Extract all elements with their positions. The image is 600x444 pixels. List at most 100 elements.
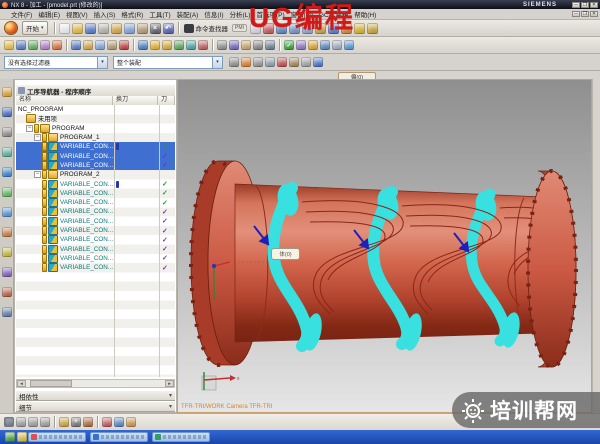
tree-row[interactable]: VARIABLE_CON...✓ bbox=[16, 151, 175, 160]
fit-selection-icon[interactable] bbox=[241, 57, 251, 67]
show-toolpath-icon[interactable] bbox=[138, 40, 148, 50]
create-geometry-icon[interactable] bbox=[28, 40, 38, 50]
window-scene-icon[interactable] bbox=[2, 307, 12, 317]
paste-object-icon[interactable] bbox=[107, 40, 117, 50]
doc-close-button[interactable]: ✕ bbox=[590, 11, 598, 17]
new-file-icon[interactable] bbox=[59, 23, 70, 34]
refresh-icon[interactable] bbox=[229, 57, 239, 67]
process-studio-icon[interactable] bbox=[2, 227, 12, 237]
tree-row[interactable]: VARIABLE_CON...✓ bbox=[16, 189, 175, 198]
tree-row[interactable]: VARIABLE_CON...✓ bbox=[16, 217, 175, 226]
taskbar-button[interactable] bbox=[90, 432, 148, 442]
datum-select-icon[interactable] bbox=[83, 417, 93, 427]
copy-icon[interactable] bbox=[124, 23, 135, 34]
generate-ok-icon[interactable]: ✓ bbox=[284, 40, 294, 50]
minimize-button[interactable]: ─ bbox=[572, 2, 580, 8]
system-materials-icon[interactable] bbox=[2, 287, 12, 297]
hd3d-tools-icon[interactable] bbox=[2, 167, 12, 177]
open-icon[interactable] bbox=[72, 23, 83, 34]
measure-distance-icon[interactable] bbox=[354, 23, 365, 34]
graphics-viewport[interactable]: x 体(0) TFR-TRI/WORK Camera TFR-TRI bbox=[177, 79, 592, 413]
tree-row[interactable]: VARIABLE_CON...✓ bbox=[16, 254, 175, 263]
fit-view-icon[interactable] bbox=[302, 23, 313, 34]
flag-icon[interactable] bbox=[308, 40, 318, 50]
zoom-window-icon[interactable] bbox=[114, 417, 124, 427]
create-tool-icon[interactable] bbox=[16, 40, 26, 50]
roles-icon[interactable] bbox=[2, 267, 12, 277]
display-window-icon[interactable] bbox=[332, 40, 342, 50]
chevron-down-icon[interactable]: ▾ bbox=[212, 57, 222, 68]
cut-icon[interactable] bbox=[111, 23, 122, 34]
pin-icon[interactable] bbox=[18, 87, 25, 94]
window-icon[interactable] bbox=[250, 23, 261, 34]
generate-toolpath-icon[interactable] bbox=[150, 40, 160, 50]
create-method-icon[interactable] bbox=[40, 40, 50, 50]
rotate-view-icon[interactable] bbox=[276, 23, 287, 34]
snap-intersection-icon[interactable] bbox=[40, 417, 50, 427]
history-icon[interactable] bbox=[2, 207, 12, 217]
create-operation-icon[interactable] bbox=[52, 40, 62, 50]
edit-object-icon[interactable] bbox=[71, 40, 81, 50]
copy-object-icon[interactable] bbox=[95, 40, 105, 50]
column-tool[interactable]: 刀 bbox=[158, 96, 175, 105]
save-icon[interactable] bbox=[85, 23, 96, 34]
create-program-icon[interactable] bbox=[4, 40, 14, 50]
scrollbar-thumb[interactable] bbox=[30, 380, 72, 387]
menu-item[interactable]: 帮助(H) bbox=[351, 9, 379, 19]
menu-item[interactable]: 工具(T) bbox=[146, 9, 173, 19]
machine-tool-navigator-icon[interactable] bbox=[2, 107, 12, 117]
undo-icon[interactable]: ↶ bbox=[163, 23, 174, 34]
column-toolchange[interactable]: 换刀 bbox=[113, 96, 158, 105]
output-clsf-icon[interactable] bbox=[253, 40, 263, 50]
tree-row[interactable]: VARIABLE_CON...✓ bbox=[16, 179, 175, 188]
tree-row[interactable]: −PROGRAM_1 bbox=[16, 133, 175, 142]
print-icon[interactable] bbox=[98, 23, 109, 34]
snap-midpoint-icon[interactable] bbox=[28, 417, 38, 427]
chevron-down-icon[interactable]: ▾ bbox=[97, 57, 107, 68]
column-name[interactable]: 名称 bbox=[16, 96, 113, 105]
tree-row[interactable]: VARIABLE_CON...✓ bbox=[16, 235, 175, 244]
move-component-icon[interactable] bbox=[328, 23, 339, 34]
horizontal-scrollbar[interactable]: ◂ ▸ bbox=[16, 379, 175, 388]
menu-item[interactable]: 文件(F) bbox=[8, 9, 35, 19]
operation-navigator-icon[interactable] bbox=[2, 87, 12, 97]
rotate-icon[interactable] bbox=[277, 57, 287, 67]
tree-row[interactable]: VARIABLE_CON...✓ bbox=[16, 263, 175, 272]
object-properties-icon[interactable] bbox=[344, 40, 354, 50]
cut-object-icon[interactable] bbox=[83, 40, 93, 50]
parallel-generate-icon[interactable] bbox=[162, 40, 172, 50]
menu-item[interactable]: 信息(I) bbox=[201, 9, 226, 19]
delete-object-icon[interactable] bbox=[119, 40, 129, 50]
menu-item[interactable]: 插入(S) bbox=[91, 9, 119, 19]
scroll-right-icon[interactable]: ▸ bbox=[165, 380, 174, 387]
shop-documentation-icon[interactable] bbox=[241, 40, 251, 50]
taskbar-button[interactable] bbox=[152, 432, 210, 442]
pointer-icon[interactable] bbox=[289, 57, 299, 67]
doc-restore-button[interactable]: ❐ bbox=[581, 11, 589, 17]
tree-row[interactable]: NC_PROGRAM bbox=[16, 105, 175, 114]
menu-item[interactable]: 窗口(O) bbox=[288, 9, 316, 19]
menu-item[interactable]: 分析(L) bbox=[226, 9, 253, 19]
list-toolpath-icon[interactable] bbox=[217, 40, 227, 50]
nx-logo-icon[interactable] bbox=[5, 22, 17, 34]
delete-icon[interactable]: × bbox=[150, 23, 161, 34]
post-process-icon[interactable] bbox=[229, 40, 239, 50]
show-hide-icon[interactable] bbox=[263, 23, 274, 34]
part-navigator-icon[interactable] bbox=[2, 127, 12, 137]
tree-row[interactable]: −PROGRAM bbox=[16, 124, 175, 133]
workpiece-icon[interactable] bbox=[296, 40, 306, 50]
menu-item[interactable]: 装配(A) bbox=[174, 9, 202, 19]
find-object-icon[interactable] bbox=[320, 40, 330, 50]
doc-minimize-button[interactable]: ─ bbox=[572, 11, 580, 17]
menu-item[interactable]: 格式(R) bbox=[118, 9, 146, 19]
tree-row[interactable]: VARIABLE_CON...✓ bbox=[16, 244, 175, 253]
manufacturing-wizard-icon[interactable] bbox=[2, 247, 12, 257]
selection-arrow-icon[interactable] bbox=[4, 417, 14, 427]
tree-row[interactable]: −PROGRAM_2 bbox=[16, 170, 175, 179]
command-finder-button[interactable]: 命令查找器 bbox=[184, 23, 229, 33]
expander-icon[interactable]: − bbox=[26, 125, 33, 132]
shaded-view-icon[interactable] bbox=[313, 57, 323, 67]
snap-endpoint-icon[interactable] bbox=[16, 417, 26, 427]
start-menu-button[interactable]: 开始 ▾ bbox=[22, 21, 48, 35]
assembly-constraints-icon[interactable] bbox=[341, 23, 352, 34]
